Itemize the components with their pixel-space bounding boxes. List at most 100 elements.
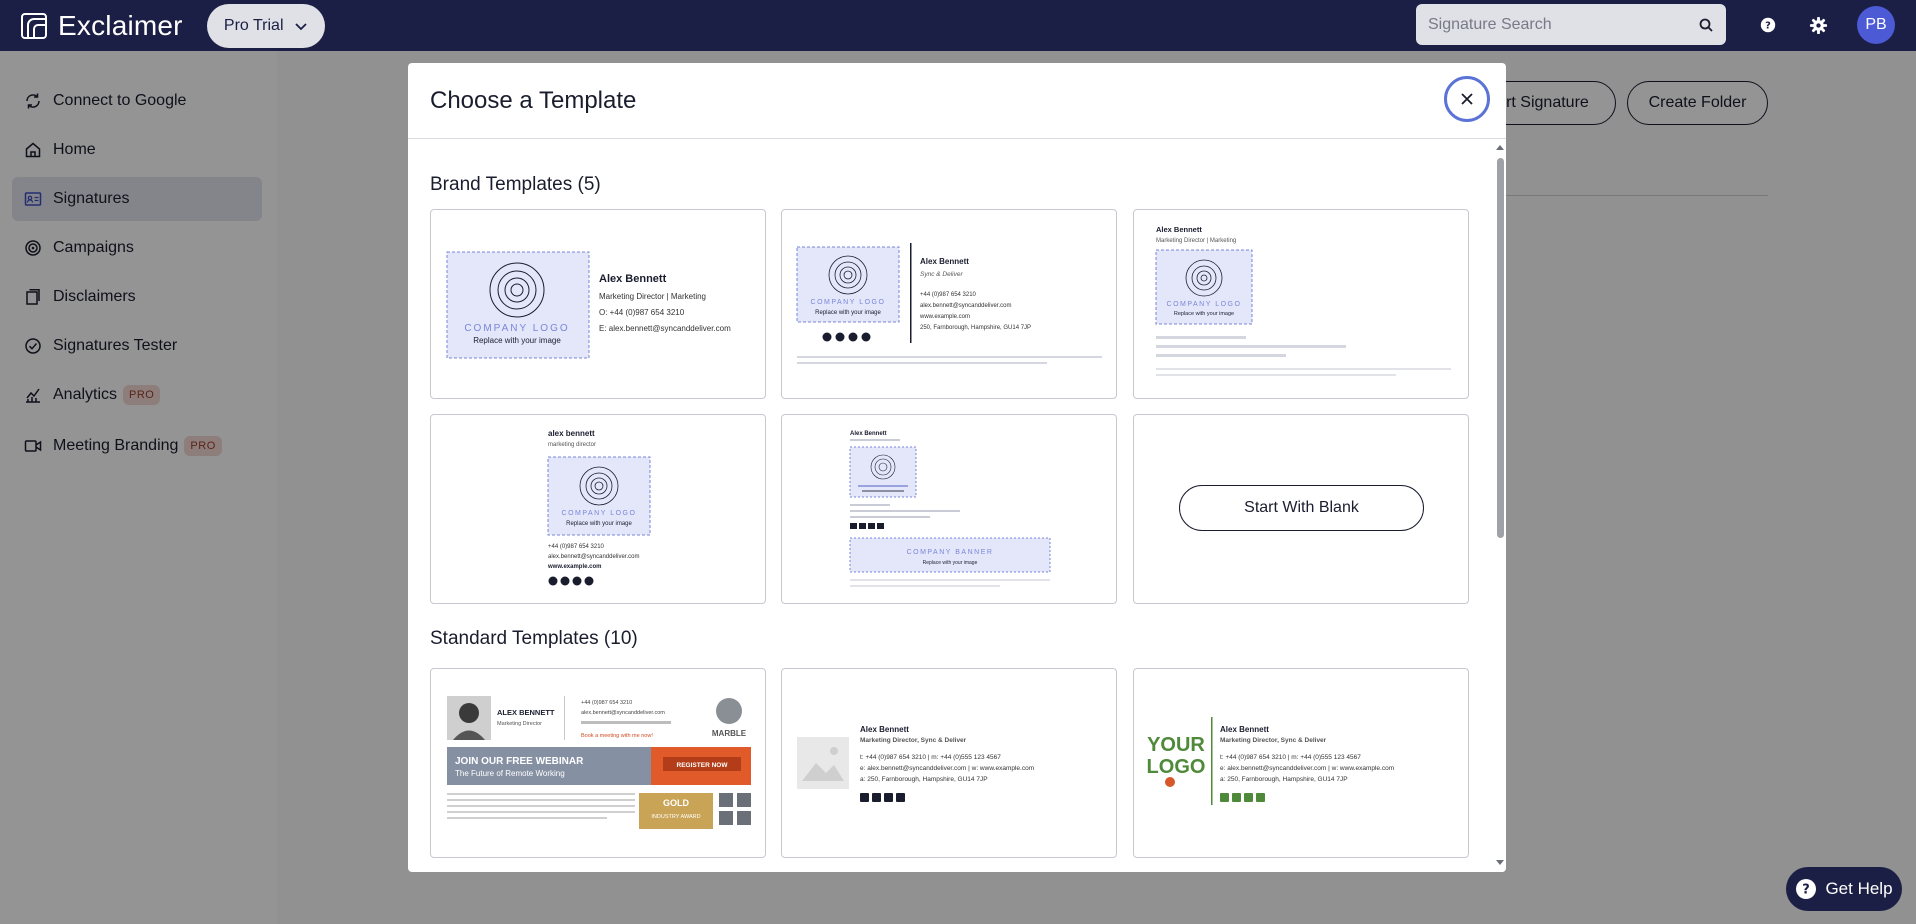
signature-address: 250, Farnborough, Hampshire, GU14 7JP — [920, 325, 1031, 331]
template-preview: alex bennett marketing director COMPANY … — [547, 429, 651, 586]
top-bar: Exclaimer Pro Trial ? PB — [0, 0, 1916, 51]
replace-image-text: Replace with your image — [473, 336, 561, 345]
standard-template-card[interactable]: Alex Bennett Marketing Director, Sync & … — [781, 668, 1117, 858]
signature-name: Alex Bennett — [860, 725, 909, 734]
signature-email: e: alex.bennett@syncanddeliver.com | w: … — [860, 765, 1034, 772]
brand-template-card[interactable]: alex bennett marketing director COMPANY … — [430, 414, 766, 604]
template-list: Brand Templates (5) COMPANY LOGO Replace… — [408, 140, 1506, 872]
get-help-label: Get Help — [1825, 879, 1893, 898]
app-name: Exclaimer — [58, 9, 183, 41]
logo-placeholder-text: COMPANY LOGO — [811, 299, 886, 306]
replace-image-text: Replace with your image — [1174, 311, 1234, 317]
banner-placeholder-text: COMPANY BANNER — [907, 549, 994, 556]
signature-web: www.example.com — [547, 564, 601, 570]
company-name: MARBLE — [712, 729, 747, 738]
search-icon[interactable] — [1698, 17, 1714, 33]
signature-email: alex.bennett@syncanddeliver.com — [920, 303, 1011, 309]
scroll-up-arrow-icon[interactable] — [1496, 144, 1504, 152]
template-preview: COMPANY LOGO Replace with your image Ale… — [446, 251, 731, 359]
modal-scrollbar[interactable] — [1494, 140, 1506, 872]
plan-label: Pro Trial — [223, 16, 284, 34]
chevron-down-icon — [294, 22, 307, 30]
social-icons — [1220, 793, 1265, 802]
signature-email: alex.bennett@syncanddeliver.com — [548, 554, 639, 560]
signature-name: Alex Bennett — [599, 273, 667, 285]
standard-templates-heading: Standard Templates (10) — [430, 628, 638, 649]
template-preview: YOUR LOGO Alex Bennett Marketing Directo… — [1147, 717, 1394, 805]
register-now-label: REGISTER NOW — [677, 762, 729, 769]
signature-name: ALEX BENNETT — [497, 708, 555, 717]
signature-role: Marketing Director | Marketing — [599, 292, 706, 301]
template-preview: ALEX BENNETT Marketing Director +44 (0)9… — [447, 696, 751, 829]
template-preview: Alex Bennett Marketing Director | Market… — [1155, 225, 1451, 376]
social-icons — [548, 576, 594, 586]
signature-phone: t: +44 (0)987 654 3210 | m: +44 (0)555 1… — [860, 754, 1001, 761]
signature-name: Alex Bennett — [1220, 725, 1269, 734]
blank-template-card: Start With Blank — [1133, 414, 1469, 604]
scrollbar-thumb[interactable] — [1497, 158, 1504, 538]
signature-phone: +44 (0)987 654 3210 — [920, 292, 977, 298]
template-preview: Alex Bennett Marketing Director, Sync & … — [797, 725, 1034, 802]
brand-template-card[interactable]: COMPANY LOGO Replace with your image Ale… — [430, 209, 766, 399]
standard-template-card[interactable]: ALEX BENNETT Marketing Director +44 (0)9… — [430, 668, 766, 858]
logo-text-bottom: LOGO — [1147, 756, 1206, 778]
signature-role: Marketing Director, Sync & Deliver — [1220, 737, 1327, 744]
signature-address: a: 250, Farnborough, Hampshire, GU14 7JP — [860, 776, 988, 783]
exclaimer-logo[interactable]: Exclaimer — [20, 10, 183, 42]
signature-role: marketing director — [548, 442, 596, 448]
replace-image-text: Replace with your image — [566, 521, 632, 527]
signature-phone: t: +44 (0)987 654 3210 | m: +44 (0)555 1… — [1220, 754, 1361, 761]
award-sub-label: INDUSTRY AWARD — [651, 814, 700, 820]
photo-placeholder — [797, 737, 849, 789]
exclaimer-logo-icon — [21, 12, 47, 39]
signature-search[interactable] — [1416, 4, 1726, 45]
logo-placeholder-text: COMPANY LOGO — [562, 510, 637, 517]
signature-phone: +44 (0)987 654 3210 — [548, 544, 605, 550]
close-button[interactable] — [1444, 76, 1490, 122]
logo-text-top: YOUR — [1147, 734, 1205, 756]
choose-template-modal: Choose a Template Brand Templates (5) CO… — [408, 63, 1506, 872]
signature-company: Sync & Deliver — [920, 271, 963, 278]
search-input[interactable] — [1428, 15, 1698, 34]
modal-header: Choose a Template — [408, 63, 1506, 139]
webinar-subtitle: The Future of Remote Working — [455, 769, 565, 778]
meeting-link: Book a meeting with me now! — [581, 733, 653, 739]
brand-template-card[interactable]: Alex Bennett COMPANY BANNER Replace with… — [781, 414, 1117, 604]
brand-template-card[interactable]: Alex Bennett Marketing Director | Market… — [1133, 209, 1469, 399]
replace-image-text: Replace with your image — [923, 560, 978, 566]
social-icons — [860, 793, 905, 802]
help-icon[interactable]: ? — [1756, 13, 1780, 37]
signature-name: Alex Bennett — [920, 257, 969, 266]
award-label: GOLD — [663, 798, 689, 808]
logo-placeholder-text: COMPANY LOGO — [1167, 301, 1242, 308]
signature-email: e: alex.bennett@syncanddeliver.com | w: … — [1220, 765, 1394, 772]
user-avatar[interactable]: PB — [1857, 6, 1895, 44]
signature-phone: O: +44 (0)987 654 3210 — [599, 308, 685, 317]
template-preview: COMPANY LOGO Replace with your image Ale… — [796, 243, 1102, 364]
start-with-blank-button[interactable]: Start With Blank — [1179, 485, 1424, 531]
settings-gear-icon[interactable] — [1806, 13, 1830, 37]
modal-title: Choose a Template — [430, 87, 637, 114]
standard-template-card[interactable]: YOUR LOGO Alex Bennett Marketing Directo… — [1133, 668, 1469, 858]
plan-dropdown[interactable]: Pro Trial — [206, 3, 325, 48]
signature-email: E: alex.bennett@syncanddeliver.com — [599, 324, 731, 333]
scroll-down-arrow-icon[interactable] — [1496, 858, 1504, 866]
svg-text:?: ? — [1765, 21, 1771, 32]
signature-role: Marketing Director — [497, 721, 542, 727]
signature-role: Marketing Director | Marketing — [1156, 238, 1236, 244]
signature-email: alex.bennett@syncanddeliver.com — [581, 710, 665, 716]
signature-address: a: 250, Farnborough, Hampshire, GU14 7JP — [1220, 776, 1348, 783]
svg-text:?: ? — [1803, 883, 1811, 898]
signature-web: www.example.com — [919, 314, 970, 320]
help-circle-icon: ? — [1796, 879, 1817, 899]
signature-role: Marketing Director, Sync & Deliver — [860, 737, 967, 744]
signature-name: alex bennett — [548, 429, 595, 438]
brand-template-card[interactable]: COMPANY LOGO Replace with your image Ale… — [781, 209, 1117, 399]
logo-placeholder-text: COMPANY LOGO — [464, 323, 569, 334]
social-icons — [822, 332, 871, 342]
get-help-button[interactable]: ? Get Help — [1786, 867, 1902, 911]
signature-phone: +44 (0)987 654 3210 — [581, 700, 632, 706]
brand-templates-heading: Brand Templates (5) — [430, 174, 601, 195]
template-preview: Alex Bennett COMPANY BANNER Replace with… — [849, 431, 1051, 587]
close-icon — [1461, 93, 1473, 105]
